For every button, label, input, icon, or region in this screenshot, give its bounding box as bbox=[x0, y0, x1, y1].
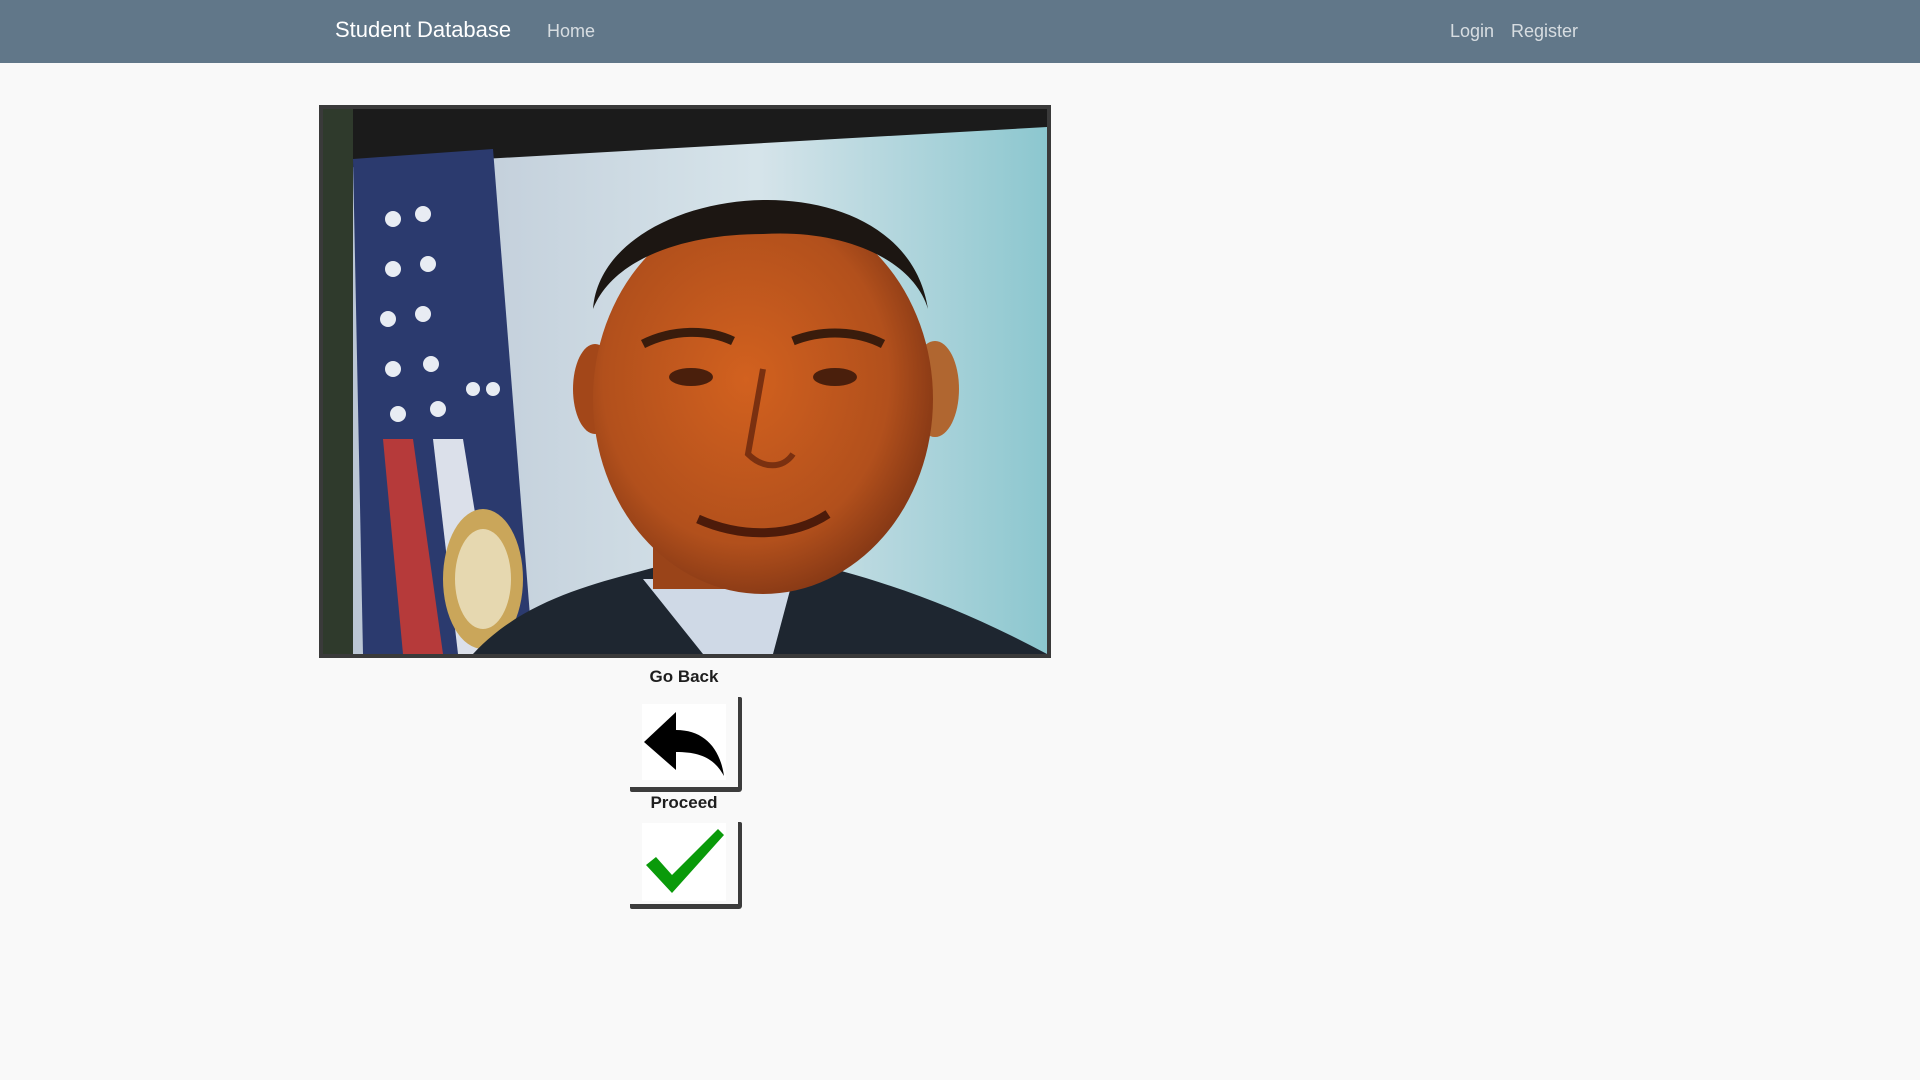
captured-photo-image bbox=[323, 109, 1047, 654]
nav-login-link[interactable]: Login bbox=[1450, 21, 1494, 42]
navbar-brand[interactable]: Student Database bbox=[335, 17, 511, 43]
nav-home-link[interactable]: Home bbox=[547, 21, 595, 42]
go-back-label: Go Back bbox=[649, 667, 719, 686]
undo-arrow-icon bbox=[642, 704, 726, 780]
proceed-label: Proceed bbox=[650, 793, 718, 812]
top-navbar: Student Database Home Login Register bbox=[0, 0, 1920, 63]
proceed-button[interactable] bbox=[630, 822, 742, 909]
checkmark-icon bbox=[642, 823, 726, 901]
captured-photo bbox=[319, 105, 1051, 658]
go-back-button[interactable] bbox=[630, 697, 742, 792]
nav-register-link[interactable]: Register bbox=[1511, 21, 1578, 42]
